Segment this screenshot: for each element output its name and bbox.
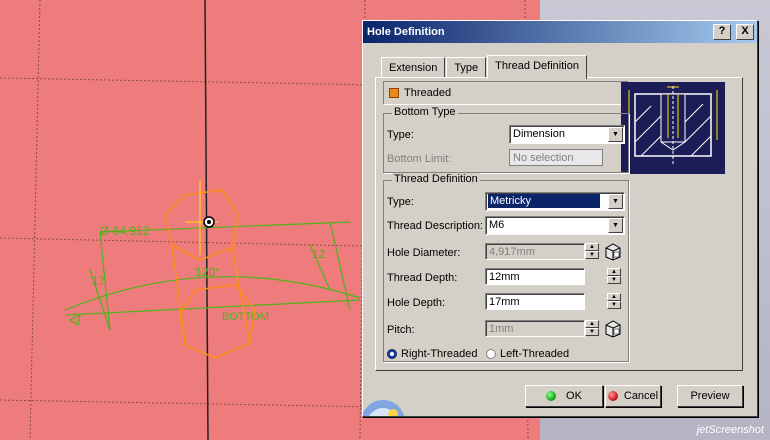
ok-icon [546,391,557,401]
hole-depth-value: 17mm [489,296,520,308]
preview-button[interactable]: Preview [677,385,743,407]
hole-depth-field[interactable]: 17mm [485,293,585,310]
thread-depth-field[interactable]: 12mm [485,268,585,285]
hole-diameter-value: 4,917mm [489,246,535,258]
dialog-title: Hole Definition [367,26,445,38]
hole-depth-spinner[interactable]: ▲ ▼ [607,293,621,310]
ok-button[interactable]: OK [525,385,603,407]
help-button[interactable]: ? [712,24,731,40]
tab-extension[interactable]: Extension [381,57,446,78]
spin-up-icon[interactable]: ▲ [607,293,621,301]
left-threaded-radio[interactable]: Left-Threaded [486,348,569,360]
right-threaded-label: Right-Threaded [401,348,478,360]
diameter-label: Ø 64,912 [100,224,150,238]
thread-definition-title: Thread Definition [392,173,480,185]
tab-thread-definition[interactable]: Thread Definition [487,55,587,79]
thread-preview-image [621,82,725,174]
ok-label: OK [566,390,582,402]
bottom-limit-value: No selection [513,152,574,164]
hole-definition-dialog: Hole Definition ? X Extension Type Threa… [362,20,758,417]
thread-type-label: Type: [387,196,414,208]
chevron-down-icon[interactable]: ▼ [608,194,623,209]
angle-label: 120° [195,265,220,279]
radio-selected-icon[interactable] [387,349,397,359]
thread-depth-spinner[interactable]: ▲ ▼ [607,268,621,285]
threaded-checkbox-row[interactable]: Threaded [383,81,629,105]
threaded-checkbox[interactable] [389,88,399,98]
thread-depth-value: 12mm [489,271,520,283]
cancel-button[interactable]: Cancel [605,385,661,407]
spin-down-icon[interactable]: ▼ [607,301,621,309]
thread-depth-dim-label: 12 [312,247,326,261]
thread-description-value: M6 [489,219,505,231]
pitch-label: Pitch: [387,324,415,336]
preview-label: Preview [690,390,730,402]
catia-logo-icon [363,386,413,416]
spin-up-icon[interactable]: ▲ [585,320,599,328]
radio-unselected-icon[interactable] [486,349,496,359]
cancel-label: Cancel [623,390,659,402]
tab-type[interactable]: Type [446,57,487,78]
threaded-label: Threaded [404,87,452,99]
bottom-type-value: Dimension [513,128,565,140]
chevron-down-icon[interactable]: ▼ [608,127,623,142]
formula-icon[interactable] [603,241,623,261]
right-threaded-radio[interactable]: Right-Threaded [387,348,477,360]
spin-down-icon[interactable]: ▼ [585,328,599,336]
hole-section-icon [628,86,718,164]
dialog-titlebar[interactable]: Hole Definition ? X [363,21,757,43]
bottom-type-select[interactable]: Dimension ▼ [509,125,625,144]
chevron-down-icon[interactable]: ▼ [608,218,623,233]
thread-description-select[interactable]: M6 ▼ [485,216,625,235]
hole-diameter-label: Hole Diameter: [387,247,461,259]
spin-down-icon[interactable]: ▼ [607,276,621,284]
bottom-type-title: Bottom Type [392,106,458,118]
spin-down-icon[interactable]: ▼ [585,251,599,259]
thread-depth-label: Thread Depth: [387,272,458,284]
bottom-limit-label: Bottom Limit: [387,153,452,165]
hole-depth-label: Hole Depth: [387,297,446,309]
hole-diameter-field[interactable]: 4,917mm [485,243,585,260]
pitch-field[interactable]: 1mm [485,320,585,337]
hole-depth-dim-label: 17 [92,274,106,288]
thread-type-select[interactable]: Metricky ▼ [485,192,625,211]
spin-up-icon[interactable]: ▲ [585,243,599,251]
left-threaded-label: Left-Threaded [500,348,570,360]
hole-diameter-spinner[interactable]: ▲ ▼ [585,243,599,260]
thread-type-value: Metricky [488,194,600,208]
formula-icon[interactable] [603,318,623,338]
close-button[interactable]: X [736,24,754,40]
cancel-icon [607,391,618,401]
bottom-limit-field[interactable]: No selection [509,149,603,166]
watermark: jetScreenshot [696,424,764,436]
tab-strip: Extension Type Thread Definition [381,55,588,79]
spin-up-icon[interactable]: ▲ [607,268,621,276]
thread-description-label: Thread Description: [387,220,483,232]
pitch-spinner[interactable]: ▲ ▼ [585,320,599,337]
pitch-value: 1mm [489,323,514,335]
bottom-type-label: Type: [387,129,414,141]
